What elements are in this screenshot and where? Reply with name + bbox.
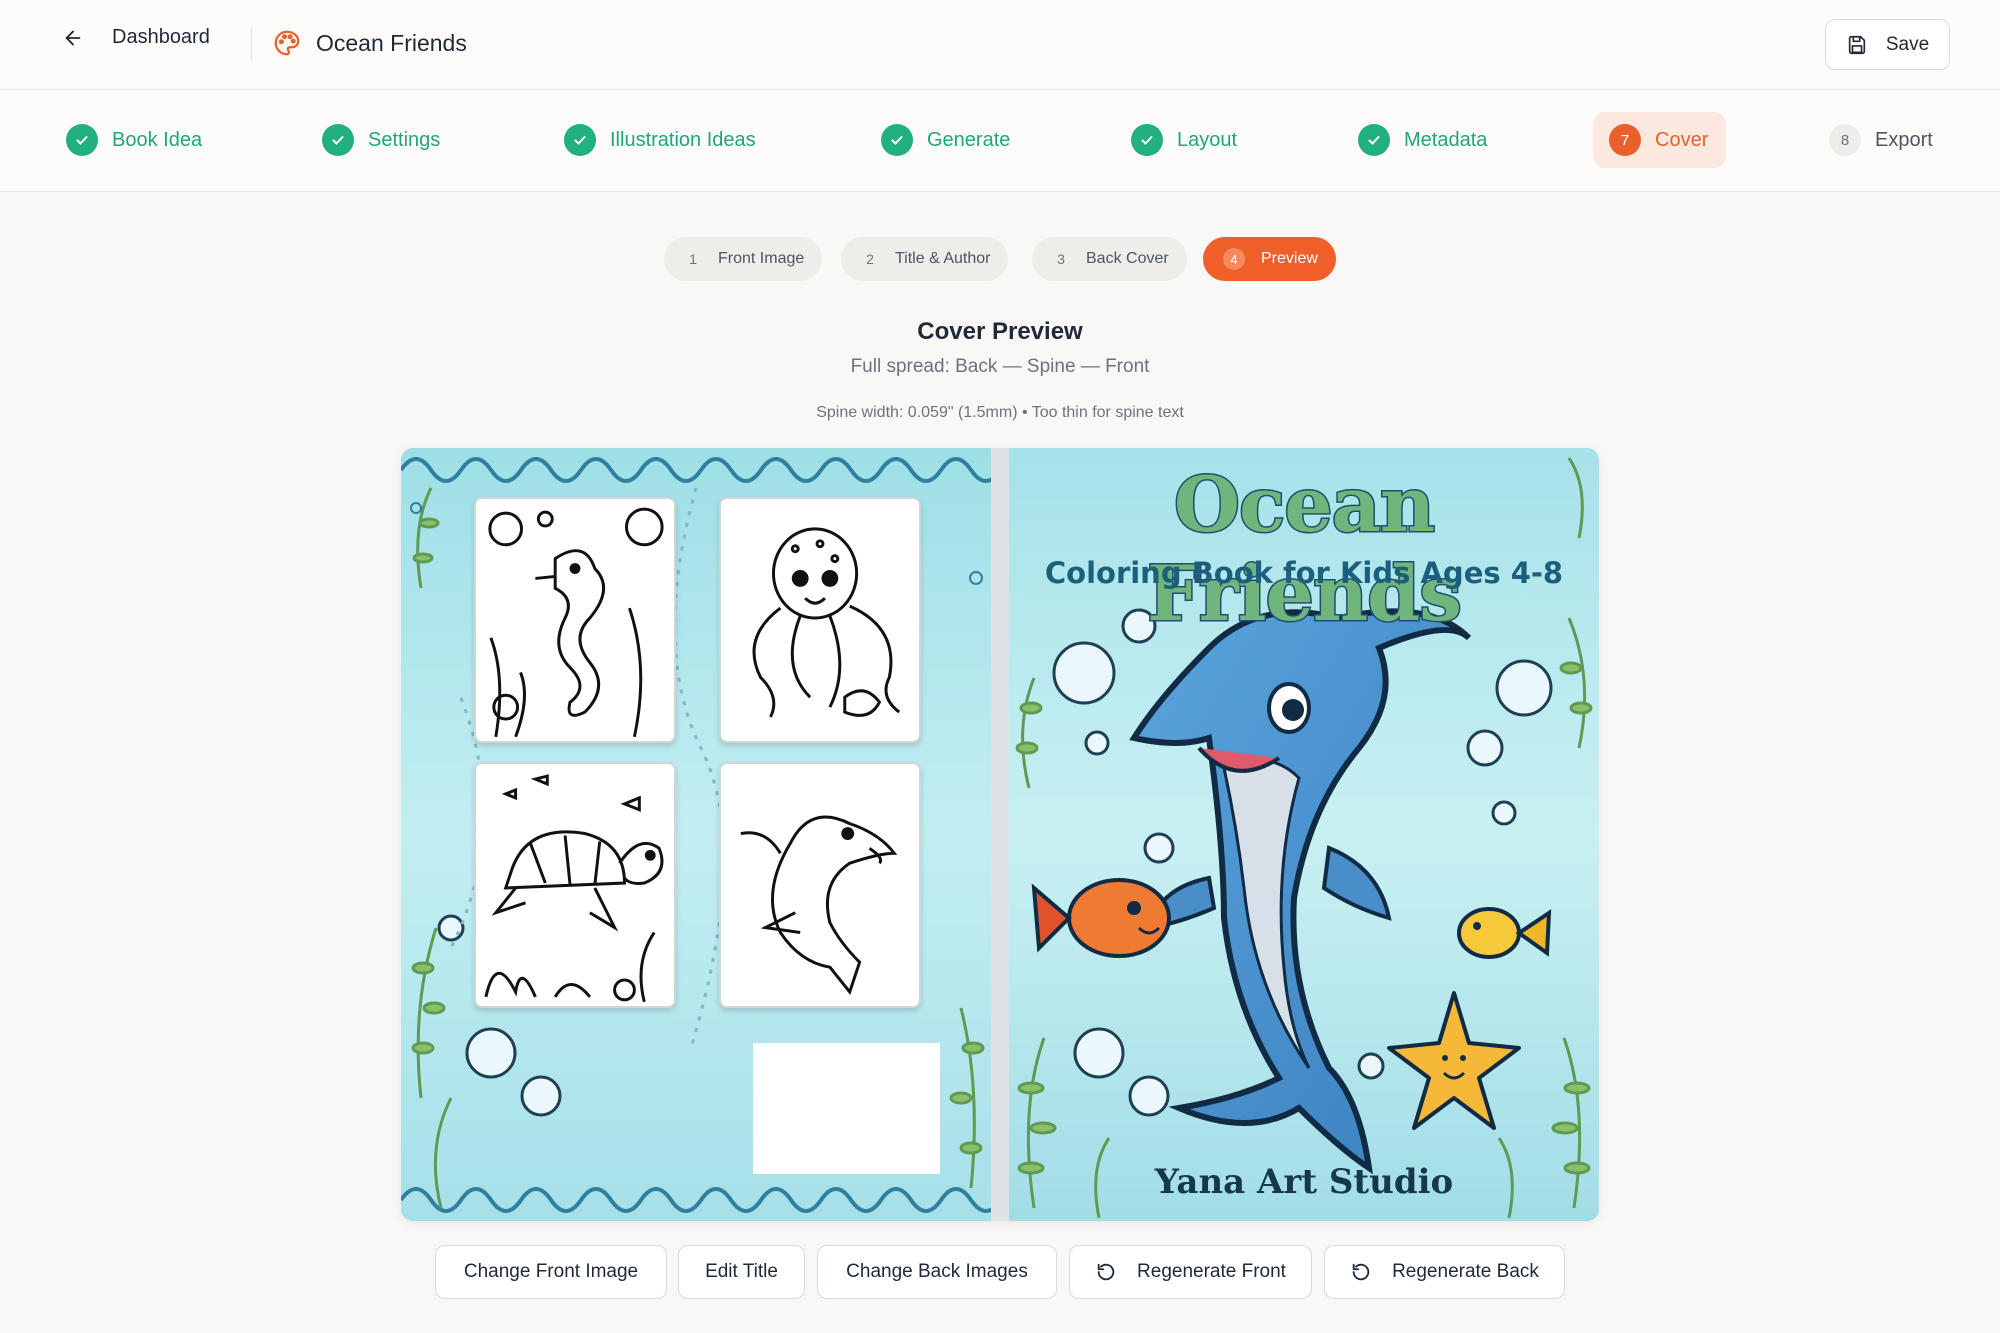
seahorse-drawing (488, 507, 664, 738)
step-settings[interactable]: Settings (322, 112, 440, 168)
tab-front-image[interactable]: 1 Front Image (664, 237, 823, 281)
step-label: Settings (368, 128, 441, 151)
edit-title-button[interactable]: Edit Title (678, 1245, 805, 1299)
step-label: Export (1875, 128, 1933, 151)
coloring-page-dolphin (719, 762, 921, 1008)
spine-info-text: Spine width: 0.059" (1.5mm) • Too thin f… (816, 404, 1184, 421)
check-icon (1358, 124, 1390, 156)
check-icon (66, 124, 98, 156)
tab-label: Preview (1261, 250, 1318, 267)
button-label: Change Back Images (846, 1261, 1028, 1282)
tab-title-author[interactable]: 2 Title & Author (841, 237, 1009, 281)
barcode-placeholder (753, 1043, 940, 1174)
tab-back-cover[interactable]: 3 Back Cover (1032, 237, 1187, 281)
regenerate-back-button[interactable]: Regenerate Back (1324, 1245, 1565, 1299)
tab-label: Back Cover (1086, 250, 1169, 267)
tab-number: 4 (1223, 248, 1245, 270)
step-layout[interactable]: Layout (1131, 112, 1237, 168)
step-number: 7 (1609, 124, 1641, 156)
step-illustration-ideas[interactable]: Illustration Ideas (564, 112, 756, 168)
tab-number: 1 (689, 251, 697, 267)
button-label: Edit Title (705, 1261, 778, 1282)
back-to-dashboard-link[interactable]: Dashboard (62, 26, 210, 49)
step-export[interactable]: 8 Export (1829, 112, 1933, 168)
coloring-page-turtle (474, 762, 676, 1008)
tab-number: 3 (1057, 251, 1065, 267)
tab-label: Front Image (718, 250, 805, 267)
step-label: Cover (1655, 128, 1709, 151)
step-label: Metadata (1404, 128, 1488, 151)
check-icon (881, 124, 913, 156)
workflow-stepper: Book Idea Settings Illustration Ideas Ge… (0, 90, 2000, 192)
spine (991, 448, 1009, 1221)
palette-icon (272, 28, 302, 58)
project-title: Ocean Friends (272, 28, 467, 58)
tab-label: Title & Author (895, 250, 991, 267)
front-cover: Ocean Friends Coloring Book for Kids Age… (1009, 448, 1599, 1221)
check-icon (322, 124, 354, 156)
cover-front-title: Ocean Friends (1145, 459, 1463, 640)
check-icon (564, 124, 596, 156)
dolphin-line-drawing (740, 815, 898, 995)
step-metadata[interactable]: Metadata (1358, 112, 1487, 168)
step-label: Generate (927, 128, 1011, 151)
octopus-drawing (752, 527, 901, 718)
step-label: Layout (1177, 128, 1238, 151)
back-cover (401, 448, 1003, 1221)
button-label: Regenerate Back (1392, 1261, 1539, 1282)
refresh-icon (1350, 1261, 1372, 1283)
preview-subheading: Full spread: Back — Spine — Front (850, 356, 1150, 377)
arrow-left-icon (62, 27, 84, 49)
tab-number: 2 (866, 251, 874, 267)
back-label: Dashboard (112, 26, 210, 48)
step-cover[interactable]: 7 Cover (1593, 112, 1727, 168)
cover-author-name: Yana Art Studio (1154, 1162, 1454, 1202)
cover-spread-preview: Ocean Friends Coloring Book for Kids Age… (401, 448, 1599, 1221)
regenerate-front-button[interactable]: Regenerate Front (1069, 1245, 1312, 1299)
project-title-text: Ocean Friends (316, 29, 467, 56)
change-front-image-button[interactable]: Change Front Image (435, 1245, 667, 1299)
step-label: Illustration Ideas (610, 128, 756, 151)
cover-front-subtitle: Coloring Book for Kids Ages 4-8 (1044, 556, 1564, 590)
save-button[interactable]: Save (1825, 19, 1950, 70)
change-back-images-button[interactable]: Change Back Images (817, 1245, 1057, 1299)
button-label: Regenerate Front (1137, 1261, 1286, 1282)
refresh-icon (1095, 1261, 1117, 1283)
button-label: Change Front Image (463, 1261, 639, 1282)
step-generate[interactable]: Generate (881, 112, 1010, 168)
coloring-page-seahorse (474, 497, 676, 743)
step-label: Book Idea (112, 128, 203, 151)
floppy-disk-icon (1846, 34, 1868, 56)
tab-preview[interactable]: 4 Preview (1203, 237, 1336, 281)
turtle-drawing (484, 774, 664, 1003)
step-book-idea[interactable]: Book Idea (66, 112, 202, 168)
step-number: 8 (1829, 124, 1861, 156)
preview-heading: Cover Preview (917, 318, 1083, 345)
divider (251, 26, 252, 62)
coloring-page-octopus (719, 497, 921, 743)
top-bar: Dashboard Ocean Friends Save (0, 0, 2000, 90)
check-icon (1131, 124, 1163, 156)
save-label: Save (1885, 33, 1930, 55)
